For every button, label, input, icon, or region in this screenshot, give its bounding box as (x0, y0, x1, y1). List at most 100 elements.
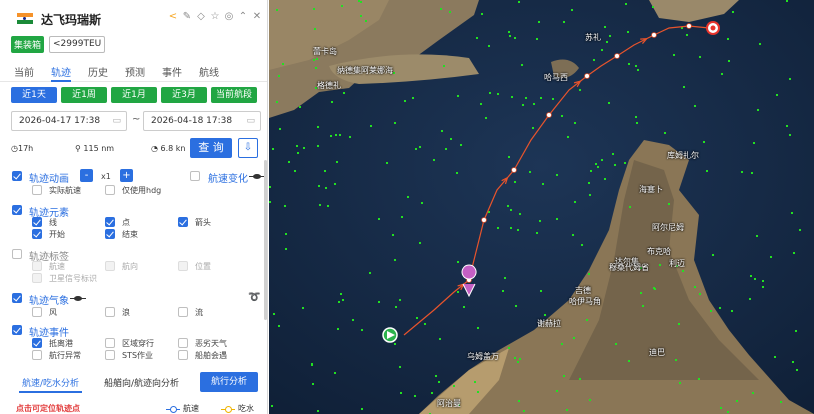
vessel-marker[interactable] (601, 159, 603, 161)
vessel-marker[interactable] (509, 35, 511, 37)
vessel-marker[interactable] (574, 122, 576, 124)
vessel-marker[interactable] (336, 161, 338, 163)
vessel-marker[interactable] (349, 136, 351, 138)
vessel-marker[interactable] (497, 227, 499, 229)
start-date-input[interactable]: 2026-04-17 17:38 ▭ (11, 111, 127, 131)
vessel-marker[interactable] (273, 313, 275, 315)
vessel-marker[interactable] (731, 310, 733, 312)
vessel-marker[interactable] (457, 95, 459, 97)
current-checkbox[interactable] (178, 307, 188, 317)
vessel-marker[interactable] (330, 135, 332, 137)
bad-weather-checkbox[interactable] (178, 338, 188, 348)
vessel-marker[interactable] (510, 227, 512, 229)
tag-icon[interactable]: ◇ (196, 12, 206, 22)
vessel-marker[interactable] (719, 307, 721, 309)
vessel-marker[interactable] (278, 75, 280, 77)
vessel-marker[interactable] (673, 54, 675, 56)
actual-speed-checkbox[interactable] (32, 185, 42, 195)
vessel-marker[interactable] (358, 0, 360, 2)
vessel-marker[interactable] (668, 203, 670, 205)
vessel-marker[interactable] (514, 181, 516, 183)
vessel-marker[interactable] (736, 400, 738, 402)
vessel-marker[interactable] (710, 310, 712, 312)
vessel-marker[interactable] (327, 205, 329, 207)
vessel-marker[interactable] (595, 163, 597, 165)
vessel-marker[interactable] (727, 411, 729, 413)
vessel-marker[interactable] (400, 392, 402, 394)
vessel-marker[interactable] (552, 98, 554, 100)
vessel-marker[interactable] (678, 323, 680, 325)
vessel-marker[interactable] (431, 392, 433, 394)
arrow-checkbox[interactable] (178, 217, 188, 227)
vessel-marker[interactable] (435, 375, 437, 377)
vessel-marker[interactable] (341, 5, 343, 7)
vessel-marker[interactable] (449, 11, 451, 13)
track-point[interactable] (481, 217, 487, 223)
vessel-marker[interactable] (365, 20, 367, 22)
vessel-marker[interactable] (581, 244, 583, 246)
vessel-marker[interactable] (799, 229, 801, 231)
vessel-marker[interactable] (556, 174, 558, 176)
wind-icon[interactable]: ➰ (248, 292, 260, 303)
vessel-marker[interactable] (601, 49, 603, 51)
vessel-marker[interactable] (311, 364, 313, 366)
vessel-marker[interactable] (573, 337, 575, 339)
vessel-marker[interactable] (759, 43, 761, 45)
vessel-marker[interactable] (699, 56, 701, 58)
vessel-marker[interactable] (360, 15, 362, 17)
vessel-marker[interactable] (502, 290, 504, 292)
vessel-marker[interactable] (460, 144, 462, 146)
vessel-marker[interactable] (563, 375, 565, 377)
vessel-marker[interactable] (474, 381, 476, 383)
vessel-marker[interactable] (508, 347, 510, 349)
vessel-marker[interactable] (588, 182, 590, 184)
range-3month-button[interactable]: 近3月 (161, 87, 207, 103)
vessel-marker[interactable] (538, 21, 540, 23)
vessel-marker[interactable] (615, 343, 617, 345)
speed-minus-button[interactable]: - (80, 169, 93, 182)
vessel-marker[interactable] (421, 202, 423, 204)
track-point[interactable] (651, 32, 657, 38)
vessel-marker[interactable] (414, 395, 416, 397)
vessel-marker[interactable] (361, 408, 363, 410)
vessel-marker[interactable] (297, 152, 299, 154)
vessel-marker[interactable] (369, 272, 371, 274)
vessel-marker[interactable] (518, 1, 520, 3)
vessel-marker[interactable] (433, 159, 435, 161)
vessel-marker[interactable] (302, 307, 304, 309)
vessel-marker[interactable] (586, 319, 588, 321)
vessel-marker[interactable] (789, 78, 791, 80)
range-1month-button[interactable]: 近1月 (111, 87, 157, 103)
vessel-marker[interactable] (378, 301, 380, 303)
vessel-marker[interactable] (401, 216, 403, 218)
vessel-marker[interactable] (457, 291, 459, 293)
vessel-marker[interactable] (590, 170, 592, 172)
vessel-marker[interactable] (279, 128, 281, 130)
vessel-marker[interactable] (504, 277, 506, 279)
vessel-marker[interactable] (312, 383, 314, 385)
vessel-marker[interactable] (698, 378, 700, 380)
vessel-marker[interactable] (533, 103, 535, 105)
track-point[interactable] (511, 167, 517, 173)
vessel-marker[interactable] (624, 162, 626, 164)
tab-heading-analysis[interactable]: 船艏向/航迹向分析 (104, 376, 179, 389)
vessel-marker[interactable] (272, 148, 274, 150)
end-checkbox[interactable] (105, 229, 115, 239)
end-date-input[interactable]: 2026-04-18 17:38 ▭ (143, 111, 261, 131)
sts-checkbox[interactable] (105, 350, 115, 360)
vessel-marker[interactable] (477, 391, 479, 393)
vessel-marker[interactable] (497, 93, 499, 95)
vessel-marker[interactable] (511, 96, 513, 98)
vessel-marker[interactable] (404, 100, 406, 102)
vessel-marker[interactable] (727, 38, 729, 40)
vessel-marker[interactable] (276, 101, 278, 103)
vessel-marker[interactable] (342, 299, 344, 301)
tab-history[interactable]: 历史 (88, 58, 108, 81)
range-1day-button[interactable]: 近1天 (11, 87, 57, 103)
vessel-marker[interactable] (407, 196, 409, 198)
vessel-marker[interactable] (786, 0, 788, 2)
vessel-marker[interactable] (635, 116, 637, 118)
vessel-marker[interactable] (325, 187, 327, 189)
vessel-marker[interactable] (315, 67, 317, 69)
vessel-marker[interactable] (334, 372, 336, 374)
